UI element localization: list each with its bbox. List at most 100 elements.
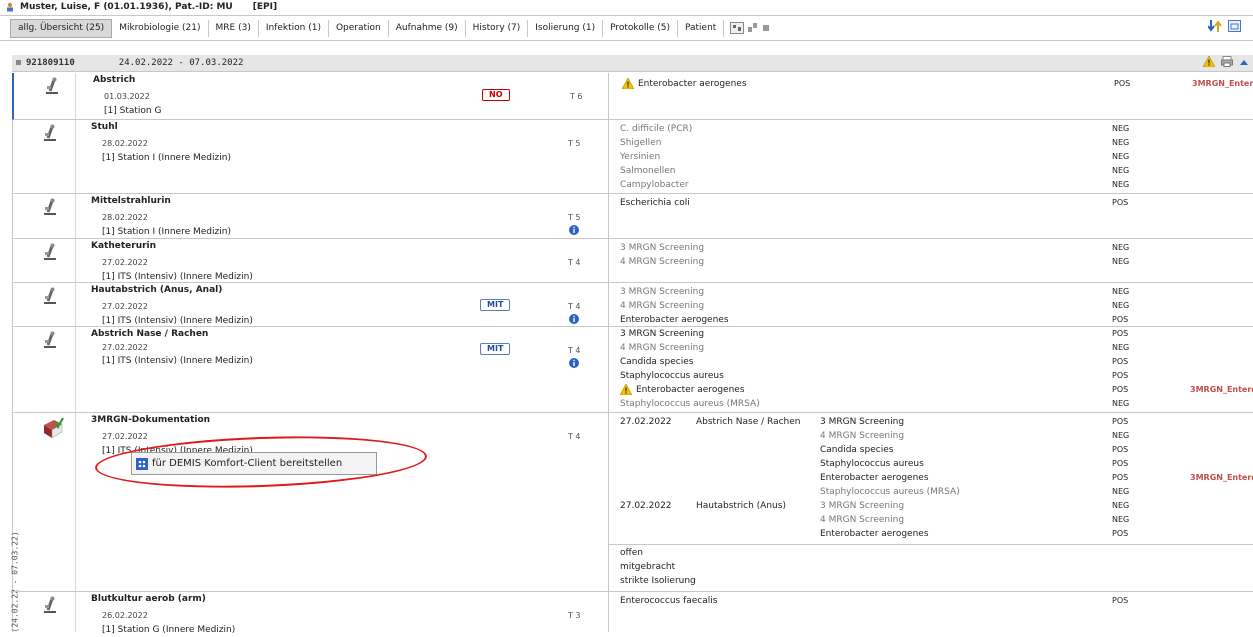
result-status: NEG	[1112, 243, 1130, 252]
result-status: POS	[1112, 385, 1129, 394]
result-name: Yersinien	[620, 152, 661, 162]
result-name: 4 MRGN Screening	[620, 343, 705, 353]
specimen-title: Abstrich Nase / Rachen	[91, 329, 209, 339]
result-status: NEG	[1112, 287, 1130, 296]
result-line: Enterobacter aerogenes POS 3MRGN_Enterob…	[608, 383, 1253, 397]
print-icon[interactable]	[1221, 56, 1233, 67]
result-line: 4 MRGN Screening NEG	[608, 299, 1253, 313]
status-badge: MIT	[480, 343, 511, 355]
result-name: 4 MRGN Screening	[620, 301, 705, 311]
patient-tag: [EPI]	[252, 2, 278, 12]
result-status: POS	[1112, 198, 1129, 207]
result-list: Escherichia coli POS	[608, 196, 1253, 210]
result-list: C. difficile (PCR) NEG Shigellen NEG Yersi…	[608, 122, 1253, 192]
day-number: T 5	[568, 213, 581, 222]
info-icon[interactable]	[569, 358, 579, 368]
collapse-up-icon[interactable]	[1239, 58, 1249, 66]
result-status: NEG	[1112, 138, 1130, 147]
collapse-square-icon[interactable]	[16, 60, 21, 65]
microscope-icon	[44, 287, 56, 304]
result-status: POS	[1112, 357, 1129, 366]
tab-history[interactable]: History (7)	[466, 19, 529, 37]
tab-operation[interactable]: Operation	[329, 19, 389, 37]
microscope-icon	[44, 596, 56, 613]
specimen-location: [1] ITS (Intensiv) (Innere Medizin)	[102, 316, 253, 326]
microscope-icon	[44, 198, 56, 215]
specimen-location: [1] Station G (Innere Medizin)	[102, 625, 236, 635]
specimen-location: [1] ITS (Intensiv) (Innere Medizin)	[102, 272, 253, 282]
result-name: Salmonellen	[620, 166, 676, 176]
doc-line: Candida species POS	[608, 443, 1253, 457]
specimen-date: 28.02.2022	[102, 213, 148, 222]
result-name: Staphylococcus aureus (MRSA)	[620, 399, 760, 409]
result-status: NEG	[1112, 301, 1130, 310]
specimen-date: 27.02.2022	[102, 258, 148, 267]
tab-admission[interactable]: Aufnahme (9)	[389, 19, 466, 37]
doc-status: NEG	[1112, 515, 1130, 524]
specimen-title: 3MRGN-Dokumentation	[91, 415, 211, 425]
info-icon[interactable]	[569, 225, 579, 235]
tab-overview[interactable]: allg. Übersicht (25)	[10, 18, 113, 38]
doc-name: 3 MRGN Screening	[820, 417, 905, 427]
day-number: T 4	[568, 432, 581, 441]
status-badge: NO	[482, 89, 510, 101]
tab-infection[interactable]: Infektion (1)	[259, 19, 329, 37]
result-list: 3 MRGN Screening POS 4 MRGN Screening NEG …	[608, 327, 1253, 411]
doc-name: Enterobacter aerogenes	[820, 473, 929, 483]
single-view-icon[interactable]	[762, 24, 770, 32]
result-status: POS	[1112, 315, 1129, 324]
list-item[interactable]: Abstrich Nase / Rachen 27.02.2022 [1] IT…	[12, 327, 1253, 413]
tab-microbiology[interactable]: Mikrobiologie (21)	[112, 19, 209, 37]
warning-icon	[1203, 56, 1215, 67]
day-number: T 4	[568, 302, 581, 311]
note-text: strikte Isolierung	[620, 576, 696, 586]
doc-line: 27.02.2022 Abstrich Nase / Rachen 3 MRGN S…	[608, 415, 1253, 429]
doc-line: Enterobacter aerogenes POS	[608, 527, 1253, 541]
list-item[interactable]: Hautabstrich (Anus, Anal) 27.02.2022 [1]…	[12, 283, 1253, 327]
list-item[interactable]: Abstrich 01.03.2022 [1] Station G NO T 6…	[12, 73, 1253, 120]
grid-view-icon[interactable]	[730, 22, 745, 34]
tab-mre[interactable]: MRE (3)	[209, 19, 259, 37]
specimen-date: 27.02.2022	[102, 302, 148, 311]
doc-name: Enterobacter aerogenes	[820, 529, 929, 539]
list-item[interactable]: Blutkultur aerob (arm) 26.02.2022 [1] St…	[12, 592, 1253, 637]
result-line: 4 MRGN Screening NEG	[608, 255, 1253, 269]
result-name: Escherichia coli	[620, 198, 690, 208]
status-badge: MIT	[480, 299, 511, 311]
day-number: T 5	[568, 139, 581, 148]
doc-status: NEG	[1112, 501, 1130, 510]
list-item[interactable]: 3MRGN-Dokumentation 27.02.2022 [1] ITS (…	[12, 413, 1253, 592]
result-line: Escherichia coli POS	[608, 196, 1253, 210]
tab-protocols[interactable]: Protokolle (5)	[603, 19, 678, 37]
list-item[interactable]: Mittelstrahlurin 28.02.2022 [1] Station …	[12, 194, 1253, 239]
window-icon[interactable]	[1228, 20, 1241, 32]
result-name: Campylobacter	[620, 180, 689, 190]
microscope-icon	[44, 124, 56, 141]
specimen-title: Hautabstrich (Anus, Anal)	[91, 285, 223, 295]
result-status: NEG	[1112, 152, 1130, 161]
case-header[interactable]: 921809110 24.02.2022 - 07.03.2022	[12, 55, 1253, 72]
note-text: offen	[620, 548, 643, 558]
tab-patient[interactable]: Patient	[678, 19, 725, 37]
documentation-book-icon	[44, 417, 64, 439]
patient-titlebar: Muster, Luise, F (01.01.1936), Pat.-ID: …	[0, 0, 1253, 14]
specimen-date: 27.02.2022	[102, 432, 148, 441]
case-id: 921809110	[26, 58, 75, 68]
split-view-icon[interactable]	[748, 23, 758, 33]
doc-status: NEG	[1112, 431, 1130, 440]
list-item[interactable]: Stuhl 28.02.2022 [1] Station I (Innere M…	[12, 120, 1253, 194]
patient-icon	[7, 2, 13, 12]
doc-name: 3 MRGN Screening	[820, 501, 905, 511]
sort-icon[interactable]	[1208, 20, 1222, 32]
doc-extra: 3MRGN_Enterob...	[1190, 473, 1253, 482]
tab-isolation[interactable]: Isolierung (1)	[528, 19, 604, 37]
finding-list: Abstrich 01.03.2022 [1] Station G NO T 6…	[12, 73, 1253, 635]
info-icon[interactable]	[569, 314, 579, 324]
result-list: 3 MRGN Screening NEG 4 MRGN Screening NEG …	[608, 285, 1253, 327]
doc-note: strikte Isolierung	[608, 574, 1253, 588]
doc-name: 4 MRGN Screening	[820, 515, 905, 525]
result-status: NEG	[1112, 124, 1130, 133]
list-item[interactable]: Katheterurin 27.02.2022 [1] ITS (Intensi…	[12, 239, 1253, 283]
result-name: Enterococcus faecalis	[620, 596, 718, 606]
specimen-title: Katheterurin	[91, 241, 157, 251]
